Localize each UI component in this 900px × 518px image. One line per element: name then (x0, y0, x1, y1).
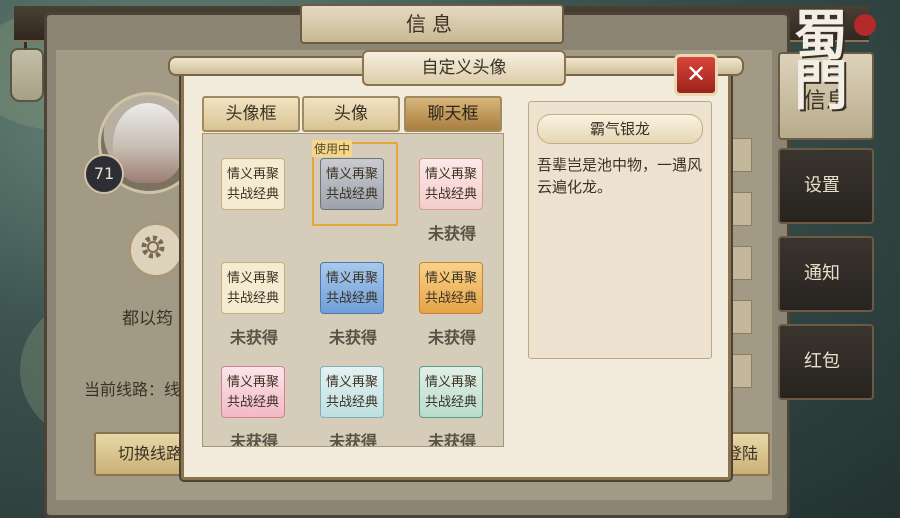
chat-bubble-preview: 情义再聚 共战经典 (320, 158, 384, 210)
dialog-title: 自定义头像 (362, 50, 566, 86)
item-detail-description: 吾辈岂是池中物，一遇风云遍化龙。 (537, 156, 703, 196)
tab-red-packet[interactable]: 红包 (778, 324, 874, 400)
chat-bubble-item[interactable]: 情义再聚 共战经典 未获得 (403, 344, 501, 447)
chat-bubble-preview: 情义再聚 共战经典 (320, 262, 384, 314)
current-line-label: 当前线路：线 (84, 380, 181, 399)
close-button[interactable]: ✕ (674, 54, 718, 96)
item-detail-panel: 霸气银龙 吾辈岂是池中物，一遇风云遍化龙。 (528, 101, 712, 359)
chat-bubble-preview: 情义再聚 共战经典 (320, 366, 384, 418)
chat-bubble-preview: 情义再聚 共战经典 (419, 158, 483, 210)
chat-bubble-item[interactable]: 情义再聚 共战经典 未获得 (205, 344, 303, 447)
chat-bubble-preview: 情义再聚 共战经典 (221, 262, 285, 314)
gear-icon (141, 235, 165, 259)
chat-bubble-item[interactable]: 情义再聚 共战经典 未获得 (304, 240, 402, 347)
game-logo: 蜀門 (790, 6, 896, 116)
item-status: 未获得 (427, 432, 476, 447)
item-status: 未获得 (328, 432, 377, 447)
dialog-tabs: 头像框 头像 聊天框 (202, 96, 502, 132)
tab-notifications[interactable]: 通知 (778, 236, 874, 312)
lantern-decoration (10, 48, 44, 102)
chat-bubble-grid: 情义再聚 共战经典 使用中 情义再聚 共战经典 情义再聚 共战经典 未获得 情义再聚共… (202, 133, 504, 447)
tab-chat-bubble[interactable]: 聊天框 (404, 96, 502, 132)
close-icon: ✕ (685, 60, 707, 88)
window-title: 信息 (300, 4, 564, 44)
player-name: 都以筠 (122, 309, 173, 329)
chat-bubble-item-selected[interactable]: 使用中 情义再聚 共战经典 (304, 136, 402, 240)
chat-bubble-preview: 情义再聚 共战经典 (221, 158, 285, 210)
chat-bubble-item[interactable]: 情义再聚 共战经典 未获得 (205, 240, 303, 347)
chat-bubble-item[interactable]: 情义再聚 共战经典 未获得 (403, 136, 501, 243)
chat-bubble-preview: 情义再聚 共战经典 (419, 366, 483, 418)
chat-bubble-preview: 情义再聚 共战经典 (221, 366, 285, 418)
item-status: 未获得 (229, 432, 278, 447)
item-detail-name: 霸气银龙 (537, 114, 703, 144)
chat-bubble-preview: 情义再聚 共战经典 (419, 262, 483, 314)
chat-bubble-item[interactable]: 情义再聚 共战经典 未获得 (304, 344, 402, 447)
level-badge: 71 (84, 154, 124, 194)
in-use-badge: 使用中 (312, 140, 353, 157)
logo-seal (854, 14, 876, 36)
settings-gear-button[interactable] (128, 222, 184, 278)
tab-avatar[interactable]: 头像 (302, 96, 400, 132)
tab-settings[interactable]: 设置 (778, 148, 874, 224)
tab-avatar-frame[interactable]: 头像框 (202, 96, 300, 132)
chat-bubble-item[interactable]: 情义再聚 共战经典 (205, 136, 303, 240)
chat-bubble-item[interactable]: 情义再聚 共战经典 未获得 (403, 240, 501, 347)
